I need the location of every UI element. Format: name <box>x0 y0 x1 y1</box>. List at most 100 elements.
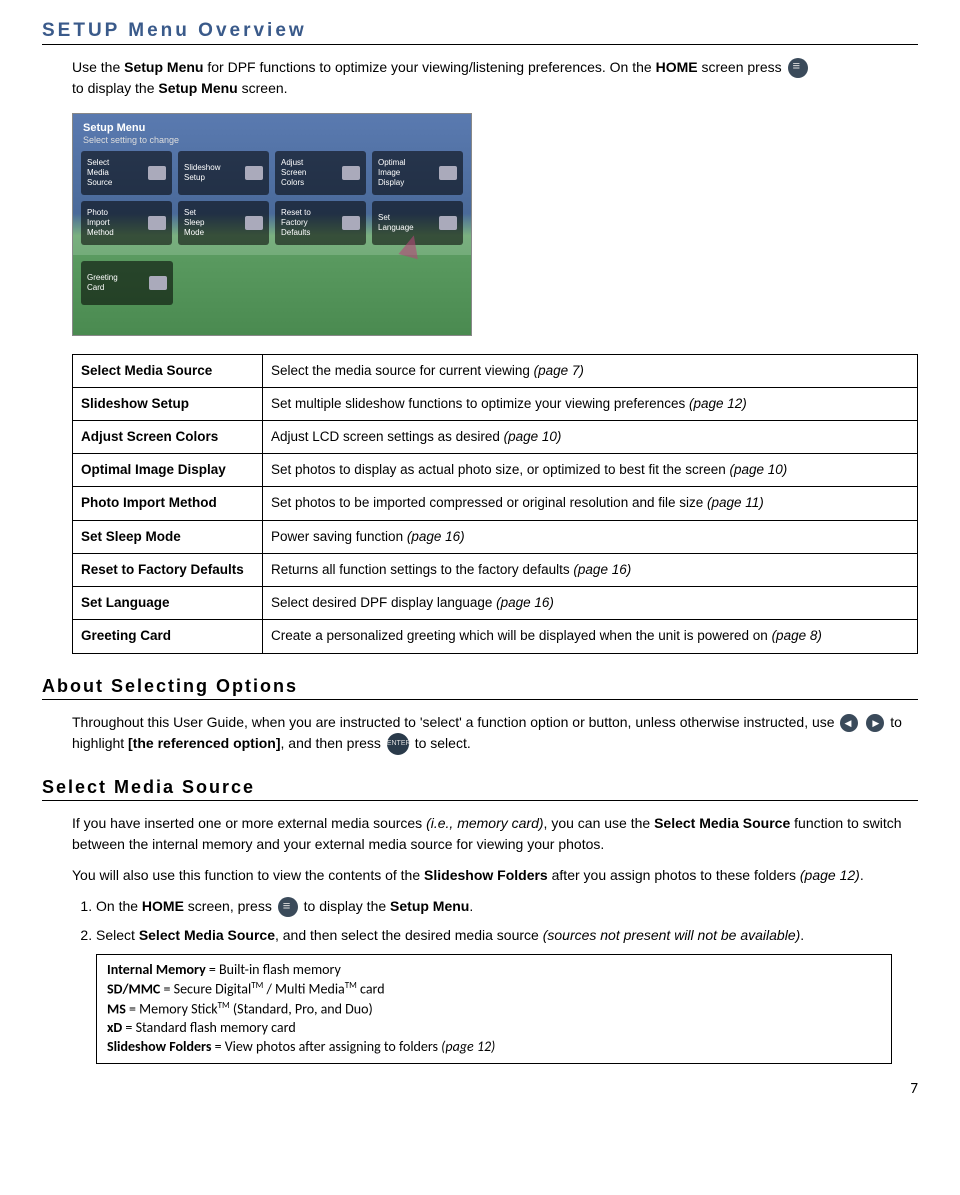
text: Throughout this User Guide, when you are… <box>72 714 838 730</box>
setup-btn: Adjust Screen Colors <box>275 151 366 195</box>
def-text: = View photos after assigning to folders <box>211 1038 441 1055</box>
text-bold: Slideshow Folders <box>424 867 548 883</box>
table-row: Greeting CardCreate a personalized greet… <box>73 620 918 653</box>
trademark: TM <box>345 980 357 991</box>
text: You will also use this function to view … <box>72 867 424 883</box>
def-text: = Memory Stick <box>126 1000 218 1017</box>
text-bold: HOME <box>142 898 184 914</box>
text: to select. <box>415 735 471 751</box>
def-text: / Multi Media <box>263 981 344 998</box>
table-value: Create a personalized greeting which wil… <box>263 620 918 653</box>
text-bold: Setup Menu <box>124 59 203 75</box>
text: , and then select the desired media sour… <box>275 927 543 943</box>
text: If you have inserted one or more externa… <box>72 815 426 831</box>
text: for DPF functions to optimize your viewi… <box>203 59 655 75</box>
page-title: SETUP Menu Overview <box>42 20 918 45</box>
right-arrow-icon <box>866 714 884 732</box>
def-term: SD/MMC <box>107 981 160 998</box>
setup-btn: Optimal Image Display <box>372 151 463 195</box>
setup-btn: Greeting Card <box>81 261 173 305</box>
setup-menu-screenshot: Setup Menu Select setting to change Sele… <box>72 113 472 336</box>
text: , and then press <box>281 735 385 751</box>
setup-btn: Select Media Source <box>81 151 172 195</box>
trademark: TM <box>218 1000 230 1011</box>
setup-btn: Slideshow Setup <box>178 151 269 195</box>
table-key: Photo Import Method <box>73 487 263 520</box>
page-number: 7 <box>42 1080 918 1098</box>
text-bold: Setup Menu <box>158 80 237 96</box>
text-bold: [the referenced option] <box>128 735 280 751</box>
text-bold: HOME <box>656 59 698 75</box>
text: . <box>800 927 804 943</box>
screenshot-subtitle: Select setting to change <box>83 135 461 145</box>
text-bold: Select Media Source <box>654 815 790 831</box>
def-text: = Standard flash memory card <box>122 1019 295 1036</box>
def-term: Internal Memory <box>107 961 206 978</box>
table-value: Adjust LCD screen settings as desired (p… <box>263 421 918 454</box>
setup-btn: Set Sleep Mode <box>178 201 269 245</box>
text-italic: (page 12) <box>441 1038 495 1055</box>
left-arrow-icon <box>840 714 858 732</box>
table-key: Set Sleep Mode <box>73 520 263 553</box>
table-key: Adjust Screen Colors <box>73 421 263 454</box>
text: after you assign photos to these folders <box>548 867 800 883</box>
table-row: Reset to Factory DefaultsReturns all fun… <box>73 553 918 586</box>
text: On the <box>96 898 142 914</box>
def-term: MS <box>107 1000 126 1017</box>
list-item: Select Select Media Source, and then sel… <box>96 925 918 946</box>
text: , you can use the <box>544 815 655 831</box>
sms-text: If you have inserted one or more externa… <box>72 813 918 886</box>
table-key: Optimal Image Display <box>73 454 263 487</box>
text: to display the <box>72 80 158 96</box>
text-bold: Select Media Source <box>139 927 275 943</box>
menu-icon <box>278 897 298 917</box>
table-row: Set Sleep ModePower saving function (pag… <box>73 520 918 553</box>
about-text: Throughout this User Guide, when you are… <box>72 712 918 755</box>
table-value: Power saving function (page 16) <box>263 520 918 553</box>
text: . <box>469 898 473 914</box>
table-value: Set multiple slideshow functions to opti… <box>263 387 918 420</box>
text-italic: (i.e., memory card) <box>426 815 543 831</box>
section-heading: About Selecting Options <box>42 676 918 700</box>
table-row: Set LanguageSelect desired DPF display l… <box>73 587 918 620</box>
table-key: Greeting Card <box>73 620 263 653</box>
text: to display the <box>304 898 390 914</box>
def-text: = Secure Digital <box>160 981 251 998</box>
table-key: Reset to Factory Defaults <box>73 553 263 586</box>
table-value: Select desired DPF display language (pag… <box>263 587 918 620</box>
table-value: Returns all function settings to the fac… <box>263 553 918 586</box>
text: screen, press <box>184 898 276 914</box>
def-term: Slideshow Folders <box>107 1038 211 1055</box>
enter-icon <box>387 733 409 755</box>
description-table: Select Media SourceSelect the media sour… <box>72 354 918 654</box>
table-value: Select the media source for current view… <box>263 354 918 387</box>
trademark: TM <box>251 980 263 991</box>
text: Select <box>96 927 139 943</box>
text-italic: (sources not present will not be availab… <box>543 927 801 943</box>
table-row: Select Media SourceSelect the media sour… <box>73 354 918 387</box>
table-row: Photo Import MethodSet photos to be impo… <box>73 487 918 520</box>
text: Use the <box>72 59 124 75</box>
table-value: Set photos to display as actual photo si… <box>263 454 918 487</box>
table-key: Set Language <box>73 587 263 620</box>
def-text: (Standard, Pro, and Duo) <box>230 1000 373 1017</box>
instruction-list: On the HOME screen, press to display the… <box>72 896 918 946</box>
table-row: Slideshow SetupSet multiple slideshow fu… <box>73 387 918 420</box>
table-row: Optimal Image DisplaySet photos to displ… <box>73 454 918 487</box>
def-text: card <box>357 981 385 998</box>
text-bold: Setup Menu <box>390 898 469 914</box>
setup-btn: Photo Import Method <box>81 201 172 245</box>
def-term: xD <box>107 1019 122 1036</box>
def-text: = Built-in flash memory <box>206 961 341 978</box>
intro-text: Use the Setup Menu for DPF functions to … <box>72 57 918 99</box>
menu-icon <box>788 58 808 78</box>
section-heading: Select Media Source <box>42 777 918 801</box>
text: screen. <box>238 80 288 96</box>
setup-btn: Reset to Factory Defaults <box>275 201 366 245</box>
table-key: Slideshow Setup <box>73 387 263 420</box>
table-row: Adjust Screen ColorsAdjust LCD screen se… <box>73 421 918 454</box>
text-italic: (page 12) <box>800 867 860 883</box>
table-key: Select Media Source <box>73 354 263 387</box>
text: . <box>860 867 864 883</box>
table-value: Set photos to be imported compressed or … <box>263 487 918 520</box>
